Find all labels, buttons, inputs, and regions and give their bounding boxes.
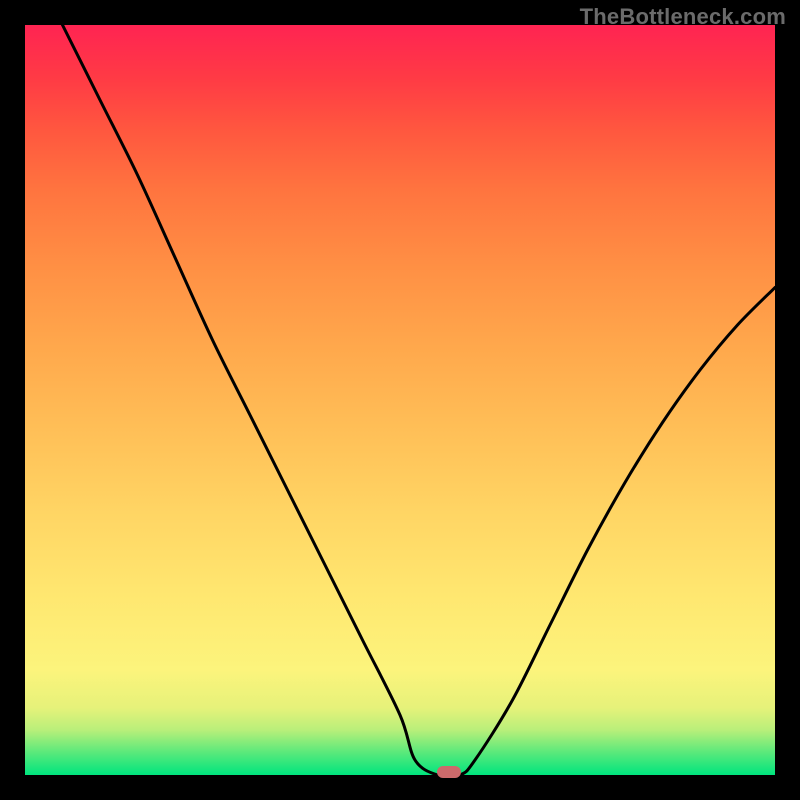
bottleneck-curve — [63, 25, 776, 775]
plot-area — [25, 25, 775, 775]
chart-frame: TheBottleneck.com — [0, 0, 800, 800]
minimum-marker — [437, 766, 461, 778]
curve-svg — [25, 25, 775, 775]
